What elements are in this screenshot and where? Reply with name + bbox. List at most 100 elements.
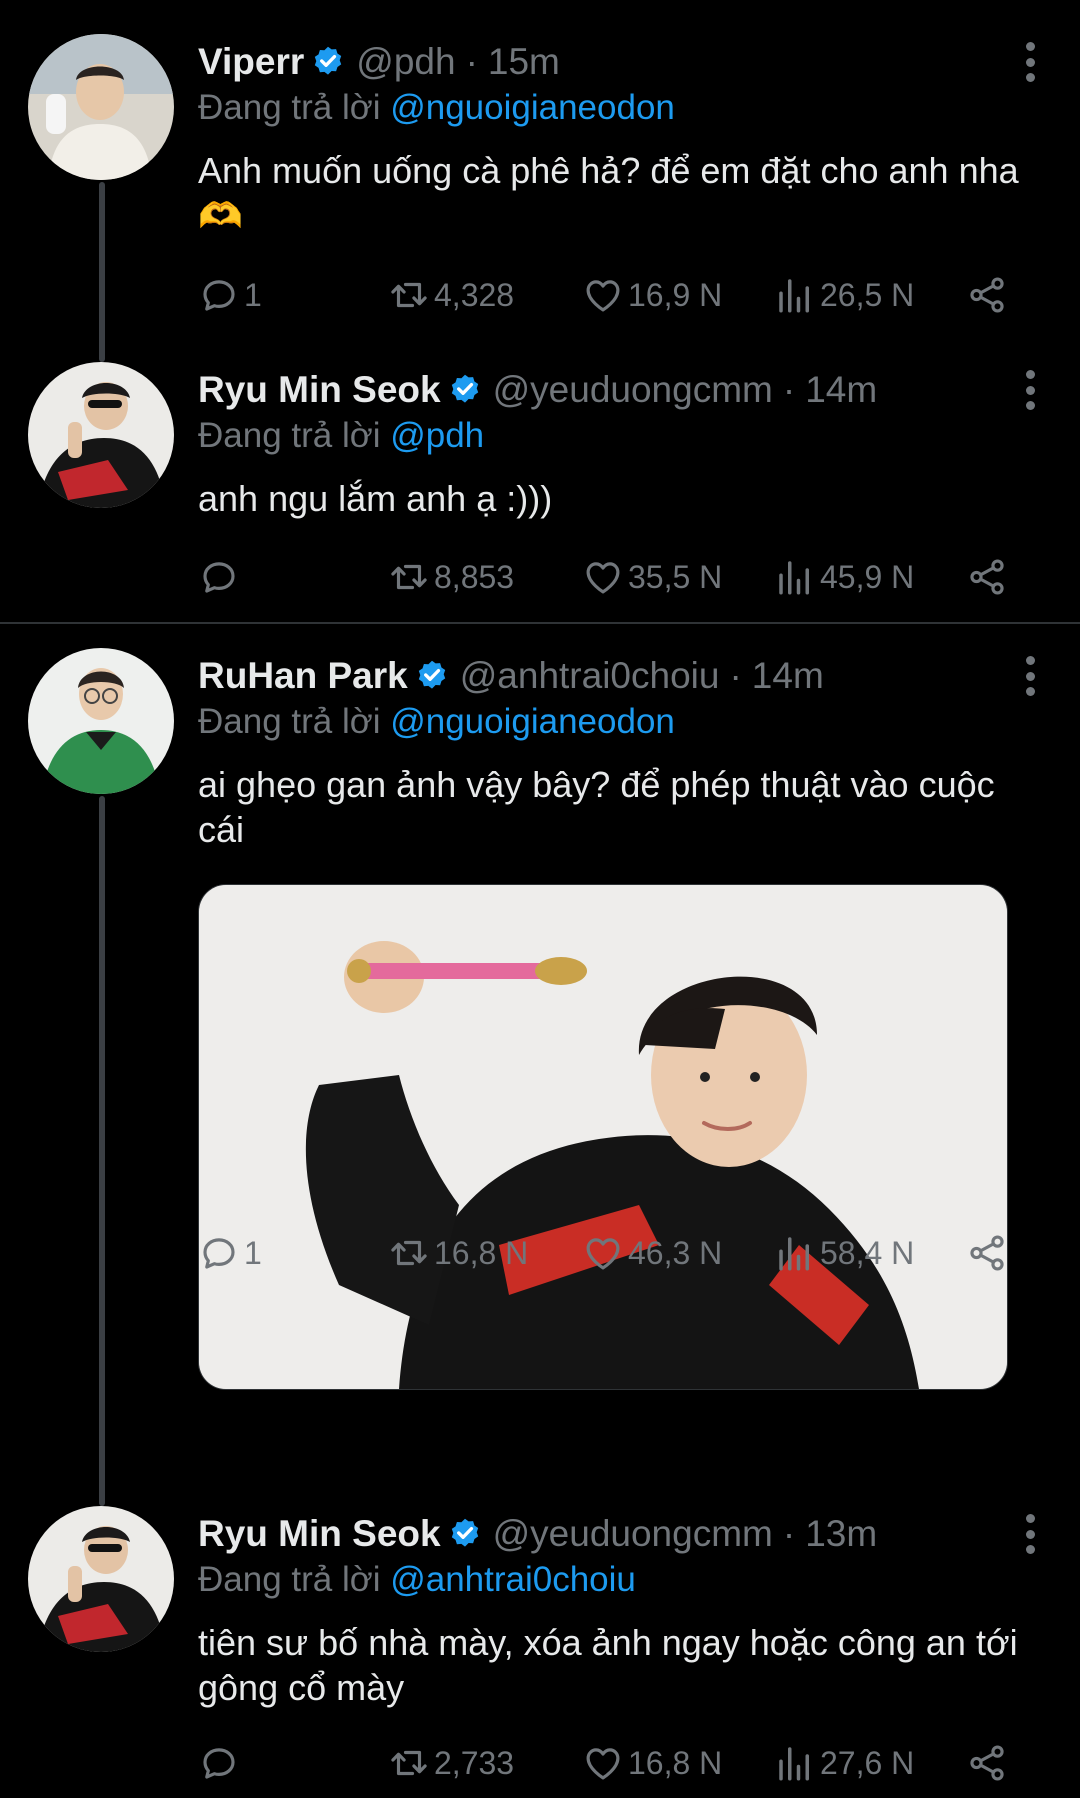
views-button[interactable]: 58,4 N: [774, 1228, 914, 1278]
replying-to-label: Đang trả lời: [198, 1560, 381, 1599]
like-button[interactable]: 46,3 N: [582, 1228, 722, 1278]
tweet[interactable]: Ryu Min Seok @yeuduongcmm · 14m Đang trả…: [0, 330, 1080, 620]
timestamp[interactable]: 13m: [805, 1513, 877, 1555]
tweet-text: anh ngu lắm anh ạ :))): [198, 478, 553, 519]
tweet-photo[interactable]: [198, 884, 1008, 1390]
timestamp[interactable]: 15m: [488, 41, 560, 83]
reply-button[interactable]: [198, 1738, 244, 1788]
views-button[interactable]: 26,5 N: [774, 270, 914, 320]
replying-to: Đang trả lời @nguoigianeodon: [198, 88, 675, 128]
heart-icon: [582, 1742, 624, 1784]
avatar[interactable]: [28, 362, 174, 508]
timestamp[interactable]: 14m: [805, 369, 877, 411]
handle[interactable]: @pdh: [356, 41, 455, 83]
handle[interactable]: @yeuduongcmm: [493, 1513, 773, 1555]
display-name[interactable]: Ryu Min Seok: [198, 369, 441, 411]
share-button[interactable]: [966, 552, 1008, 602]
like-count: 16,9 N: [628, 276, 723, 313]
share-button[interactable]: [966, 1738, 1008, 1788]
handle[interactable]: @yeuduongcmm: [493, 369, 773, 411]
share-icon: [966, 556, 1008, 598]
tweet-header: Ryu Min Seok @yeuduongcmm · 13m: [198, 1510, 1010, 1558]
views-button[interactable]: 45,9 N: [774, 552, 914, 602]
action-bar: 8,853 35,5 N 45,9 N: [198, 552, 1018, 602]
more-vertical-icon[interactable]: [1022, 370, 1038, 410]
more-vertical-icon[interactable]: [1022, 656, 1038, 696]
share-icon: [966, 1742, 1008, 1784]
more-vertical-icon[interactable]: [1022, 42, 1038, 82]
separator: ·: [782, 1513, 796, 1554]
tweet-text: tiên sư bố nhà mày, xóa ảnh ngay hoặc cô…: [198, 1622, 1018, 1708]
reply-count: 1: [244, 1234, 262, 1271]
retweet-button[interactable]: 2,733: [388, 1738, 514, 1788]
heart-icon: [582, 1232, 624, 1274]
tweet[interactable]: RuHan Park @anhtrai0choiu · 14m Đang trả…: [0, 624, 1080, 1470]
views-icon: [774, 1232, 816, 1274]
retweet-icon: [388, 274, 430, 316]
timestamp[interactable]: 14m: [752, 655, 824, 697]
avatar[interactable]: [28, 648, 174, 794]
retweet-icon: [388, 556, 430, 598]
views-icon: [774, 556, 816, 598]
display-name[interactable]: Viperr: [198, 41, 304, 83]
share-button[interactable]: [966, 1228, 1008, 1278]
mention-link[interactable]: @anhtrai0choiu: [390, 1560, 636, 1599]
verified-badge-icon: [310, 44, 346, 80]
action-bar: 1 16,8 N 46,3 N 58,4 N: [198, 1228, 1018, 1278]
reply-button[interactable]: 1: [198, 1228, 262, 1278]
mention-link[interactable]: @nguoigianeodon: [390, 88, 675, 127]
retweet-button[interactable]: 4,328: [388, 270, 514, 320]
retweet-button[interactable]: 8,853: [388, 552, 514, 602]
tweet-header: Viperr @pdh · 15m: [198, 38, 1010, 86]
tweet[interactable]: Ryu Min Seok @yeuduongcmm · 13m Đang trả…: [0, 1470, 1080, 1798]
display-name[interactable]: Ryu Min Seok: [198, 1513, 441, 1555]
like-button[interactable]: 35,5 N: [582, 552, 722, 602]
retweet-button[interactable]: 16,8 N: [388, 1228, 528, 1278]
handle[interactable]: @anhtrai0choiu: [460, 655, 720, 697]
like-count: 35,5 N: [628, 558, 723, 595]
mention-link[interactable]: @pdh: [390, 416, 484, 455]
action-bar: 2,733 16,8 N 27,6 N: [198, 1738, 1018, 1788]
replying-to: Đang trả lời @pdh: [198, 416, 484, 456]
more-vertical-icon[interactable]: [1022, 1514, 1038, 1554]
avatar[interactable]: [28, 34, 174, 180]
like-button[interactable]: 16,9 N: [582, 270, 722, 320]
views-count: 26,5 N: [820, 276, 915, 313]
separator: ·: [782, 369, 796, 410]
views-icon: [774, 1742, 816, 1784]
retweet-count: 8,853: [434, 558, 515, 595]
retweet-count: 4,328: [434, 276, 515, 313]
share-icon: [966, 1232, 1008, 1274]
views-icon: [774, 274, 816, 316]
verified-badge-icon: [414, 658, 450, 694]
tweet-text: Anh muốn uống cà phê hả? để em đặt cho a…: [198, 150, 1019, 236]
share-icon: [966, 274, 1008, 316]
views-count: 27,6 N: [820, 1744, 915, 1781]
retweet-icon: [388, 1742, 430, 1784]
avatar[interactable]: [28, 1506, 174, 1652]
reply-icon: [198, 556, 240, 598]
share-button[interactable]: [966, 270, 1008, 320]
reply-icon: [198, 1232, 240, 1274]
tweet[interactable]: Viperr @pdh · 15m Đang trả lời @nguoigia…: [0, 0, 1080, 330]
retweet-count: 2,733: [434, 1744, 515, 1781]
tweet-text: ai ghẹo gan ảnh vậy bây? để phép thuật v…: [198, 764, 995, 850]
display-name[interactable]: RuHan Park: [198, 655, 408, 697]
replying-to-label: Đang trả lời: [198, 702, 381, 741]
like-count: 46,3 N: [628, 1234, 723, 1271]
reply-button[interactable]: 1: [198, 270, 262, 320]
replying-to-label: Đang trả lời: [198, 88, 381, 127]
replying-to: Đang trả lời @nguoigianeodon: [198, 702, 675, 742]
views-count: 45,9 N: [820, 558, 915, 595]
replying-to-label: Đang trả lời: [198, 416, 381, 455]
reply-icon: [198, 1742, 240, 1784]
tweet-header: RuHan Park @anhtrai0choiu · 14m: [198, 652, 1010, 700]
reply-icon: [198, 274, 240, 316]
like-button[interactable]: 16,8 N: [582, 1738, 722, 1788]
mention-link[interactable]: @nguoigianeodon: [390, 702, 675, 741]
like-count: 16,8 N: [628, 1744, 723, 1781]
verified-badge-icon: [447, 1516, 483, 1552]
action-bar: 1 4,328 16,9 N 26,5 N: [198, 270, 1018, 320]
views-button[interactable]: 27,6 N: [774, 1738, 914, 1788]
reply-button[interactable]: [198, 552, 244, 602]
